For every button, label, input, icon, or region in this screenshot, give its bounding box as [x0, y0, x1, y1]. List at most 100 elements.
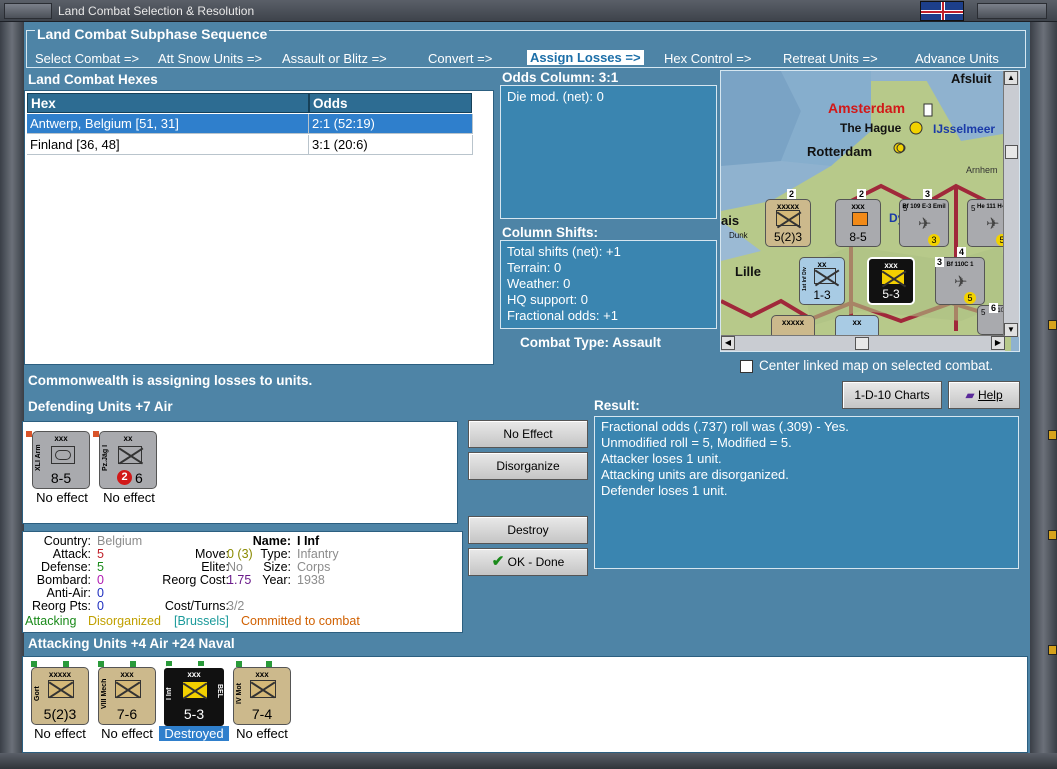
counter-strength: 6 [135, 470, 143, 486]
linked-map[interactable]: Afsluit Amsterdam The Hague IJsselmeer R… [720, 70, 1020, 352]
union-jack-flag-icon [920, 1, 964, 21]
result-line: Attacker loses 1 unit. [601, 451, 722, 466]
scroll-left-icon[interactable]: ◀ [721, 336, 735, 350]
move-label: Move: [194, 547, 229, 561]
map-counter-bf109[interactable]: Bf 109 E-3 Emil ✈ 5 3 [899, 199, 949, 247]
map-city-ijsselmeer: IJsselmeer [933, 122, 996, 136]
map-vertical-scrollbar[interactable]: ▲ ▼ [1003, 71, 1019, 337]
defending-unit-pzjag[interactable]: xx Pz.Jäg I 2 6 [99, 431, 157, 489]
name-label: Name: [252, 534, 291, 548]
type-value: Infantry [297, 547, 339, 561]
map-counter-xli-arm[interactable]: xxx 8-5 [835, 199, 881, 247]
unit-status: No effect [236, 726, 288, 741]
defense-label: Defense: [40, 560, 91, 574]
map-city-rotterdam: Rotterdam [807, 144, 873, 159]
map-counter-i-inf[interactable]: xxx 5-3 [867, 257, 915, 305]
counter-strength: 8-5 [50, 470, 72, 486]
cost-turns-value: 3/2 [227, 599, 245, 613]
window-title: Land Combat Selection & Resolution [58, 4, 255, 18]
map-horizontal-scroll-thumb[interactable] [855, 337, 869, 350]
counter-strength: 5(2)3 [43, 706, 77, 722]
infantry-symbol-icon [881, 269, 905, 285]
armor-symbol-icon [51, 446, 75, 464]
counter-strength: 1-3 [813, 288, 831, 302]
scroll-down-icon[interactable]: ▼ [1004, 323, 1018, 337]
type-label: Type: [260, 547, 291, 561]
stack-count: 4 [957, 247, 967, 257]
attacking-unit-iv-mot[interactable]: xxx IV Mot 7-4 [233, 667, 291, 725]
charts-button[interactable]: 1-D-10 Charts [842, 381, 942, 409]
combat-type: Combat Type: Assault [520, 335, 662, 350]
antiair-value: 0 [97, 586, 104, 600]
ok-done-button[interactable]: ✔ OK - Done [468, 548, 588, 576]
counter-strength: 5(2)3 [773, 230, 802, 244]
reorg-pts-label: Reorg Pts: [31, 599, 91, 613]
burning-armor-icon [852, 212, 868, 226]
counter-strength: 5 [903, 204, 908, 213]
attacking-unit-viii-mech[interactable]: xxx VIII Mech 7-6 [98, 667, 156, 725]
stack-count: 2 [787, 189, 797, 199]
help-label: Help [977, 388, 1003, 402]
attacking-units-label: Attacking Units +4 Air +24 Naval [28, 636, 235, 651]
unit-status: Destroyed [159, 726, 229, 741]
reorg-cost-value: 1.75 [227, 573, 252, 587]
stack-count: 2 [857, 189, 867, 199]
defending-unit-xli-arm[interactable]: xxx XLI Arm 8-5 [32, 431, 90, 489]
map-counter-gort[interactable]: xxxxx 5(2)3 [765, 199, 811, 247]
destroy-button[interactable]: Destroy [468, 516, 588, 544]
map-city-lille: Lille [735, 264, 762, 279]
strength-badge: 2 [117, 470, 132, 485]
column-header-odds[interactable]: Odds [309, 93, 472, 113]
step-att-snow-units: Att Snow Units => [158, 51, 263, 66]
size-value: Corps [297, 560, 331, 574]
ok-done-label: OK - Done [507, 555, 565, 569]
infantry-symbol-icon [814, 268, 836, 284]
defense-value: 5 [97, 560, 104, 574]
step-assault-or-blitz: Assault or Blitz => [282, 51, 387, 66]
attacking-unit-gort[interactable]: xxxxx Gort 5(2)3 [31, 667, 89, 725]
table-row[interactable]: Antwerp, Belgium [51, 31] 2:1 (52:19) [27, 114, 496, 134]
counter-strength: 5-3 [183, 706, 205, 722]
column-header-hex[interactable]: Hex [27, 93, 309, 113]
hex-cell: Antwerp, Belgium [51, 31] [27, 114, 309, 134]
counter-strength: 8-5 [849, 230, 867, 244]
year-label: Year: [262, 573, 291, 587]
window-menu-grip[interactable] [4, 3, 52, 19]
hex-cell: Finland [36, 48] [27, 135, 309, 155]
scroll-right-icon[interactable]: ▶ [991, 336, 1005, 350]
disorganize-button[interactable]: Disorganize [468, 452, 588, 480]
column-shifts-label: Column Shifts: [502, 225, 598, 240]
map-city-the-hague: The Hague [840, 121, 902, 135]
attacking-unit-i-inf[interactable]: xxx I Inf BEL 5-3 [162, 666, 226, 728]
map-city-dunkirk: Dunk [729, 231, 748, 240]
elite-value: No [227, 560, 243, 574]
name-value: I Inf [297, 534, 320, 548]
infantry-symbol-icon [250, 680, 276, 698]
unit-info-panel: Country: Belgium Attack: 5 Defense: 5 Bo… [22, 531, 463, 633]
odds-panel: Die mod. (net): 0 [500, 85, 717, 219]
no-effect-button[interactable]: No Effect [468, 420, 588, 448]
cost-turns-label: Cost/Turns: [164, 599, 229, 613]
odds-cell: 2:1 (52:19) [309, 114, 473, 134]
antiair-label: Anti-Air: [46, 586, 91, 600]
hexes-label: Land Combat Hexes [28, 72, 158, 87]
help-book-icon: ▰ [965, 388, 975, 402]
column-shifts-panel: Total shifts (net): +1 Terrain: 0 Weathe… [500, 240, 717, 329]
size-label: Size: [263, 560, 291, 574]
title-bar[interactable]: Land Combat Selection & Resolution [0, 0, 1057, 22]
step-assign-losses: Assign Losses => [527, 50, 644, 65]
reorg-cost-label: Reorg Cost: [162, 573, 229, 587]
map-vertical-scroll-thumb[interactable] [1005, 145, 1018, 159]
scroll-up-icon[interactable]: ▲ [1004, 71, 1018, 85]
window-controls-grip[interactable] [977, 3, 1047, 19]
map-city-calais: ais [721, 213, 740, 228]
center-map-checkbox[interactable] [740, 360, 753, 373]
antitank-symbol-icon [118, 446, 142, 464]
result-line: Attacking units are disorganized. [601, 467, 789, 482]
map-counter-1st-inf[interactable]: xx 1st Inf Div 1-3 [799, 257, 845, 305]
counter-size: xx [852, 318, 862, 327]
stack-count: 6 [989, 303, 999, 313]
table-row[interactable]: Finland [36, 48] 3:1 (20:6) [27, 135, 496, 155]
help-button[interactable]: ▰ Help [948, 381, 1020, 409]
aircraft-icon: ✈ [954, 274, 968, 291]
